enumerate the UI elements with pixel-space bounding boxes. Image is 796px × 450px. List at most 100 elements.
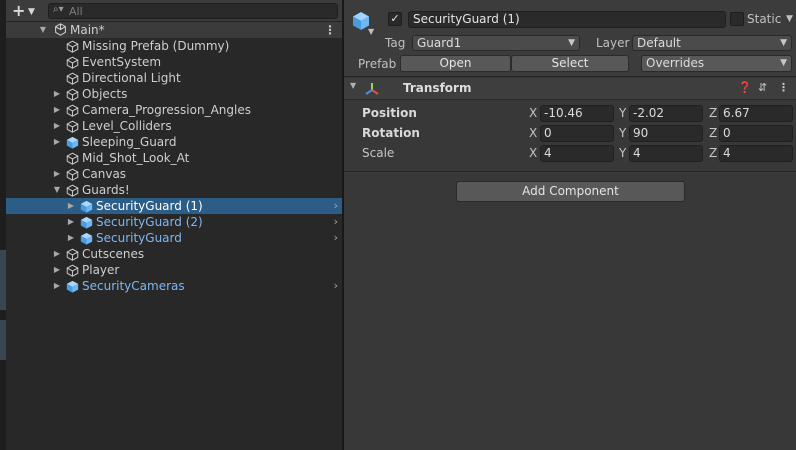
- component-separator: [344, 171, 796, 172]
- chevron-right-icon[interactable]: ›: [334, 198, 338, 214]
- chevron-right-icon[interactable]: ›: [334, 230, 338, 246]
- gameobject-cube-icon: [66, 56, 79, 69]
- expand-right-icon[interactable]: ▶: [52, 262, 62, 278]
- hierarchy-item-label: Directional Light: [82, 71, 181, 85]
- hierarchy-search-input[interactable]: ⌕▾ All: [48, 3, 338, 19]
- hierarchy-item[interactable]: ▶ Level_Colliders: [6, 118, 342, 134]
- object-name-field[interactable]: SecurityGuard (1): [408, 11, 726, 28]
- hierarchy-tree: ▼ Main* ⋮ Missing Prefab (Dummy) EventSys…: [6, 22, 342, 294]
- hierarchy-item[interactable]: ▶ SecurityGuard ›: [6, 230, 342, 246]
- z-value-field[interactable]: 4: [719, 145, 793, 162]
- chevron-right-icon[interactable]: ›: [334, 214, 338, 230]
- z-axis-label[interactable]: Z: [709, 106, 717, 120]
- static-caret-down-icon[interactable]: ▼: [786, 14, 793, 24]
- open-prefab-button[interactable]: Open: [400, 55, 511, 72]
- z-value-field[interactable]: 0: [719, 125, 793, 142]
- hierarchy-item[interactable]: Missing Prefab (Dummy): [6, 38, 342, 54]
- hierarchy-item-label: Cutscenes: [82, 247, 145, 261]
- hierarchy-item-label: Mid_Shot_Look_At: [82, 151, 190, 165]
- expand-right-icon[interactable]: ▶: [52, 278, 62, 294]
- kebab-menu-icon[interactable]: ⋮: [324, 22, 336, 38]
- hierarchy-item-label: SecurityGuard (2): [96, 215, 203, 229]
- hierarchy-item[interactable]: ▶ Camera_Progression_Angles: [6, 102, 342, 118]
- hierarchy-item[interactable]: EventSystem: [6, 54, 342, 70]
- hierarchy-item[interactable]: ▶ Canvas: [6, 166, 342, 182]
- x-value-field[interactable]: 0: [540, 125, 614, 142]
- x-axis-label[interactable]: X: [529, 146, 537, 160]
- scene-row[interactable]: ▼ Main* ⋮: [6, 22, 342, 38]
- z-axis-label[interactable]: Z: [709, 146, 717, 160]
- inspector-panel: ▼ ✓ SecurityGuard (1) Static ▼ Tag Guard…: [344, 0, 796, 450]
- gameobject-cube-icon: [66, 184, 79, 197]
- y-value-field[interactable]: 90: [629, 125, 703, 142]
- x-value-field[interactable]: -10.46: [540, 105, 614, 122]
- hierarchy-item-label: SecurityGuard (1): [96, 199, 203, 213]
- x-axis-label[interactable]: X: [529, 126, 537, 140]
- hierarchy-item-label: Missing Prefab (Dummy): [82, 39, 230, 53]
- hierarchy-item-label: Level_Colliders: [82, 119, 172, 133]
- chevron-down-icon: ▼: [780, 38, 787, 48]
- fold-down-icon[interactable]: ▼: [350, 81, 356, 90]
- tag-dropdown[interactable]: Guard1 ▼: [412, 35, 580, 51]
- gameobject-cube-icon: [66, 248, 79, 261]
- hierarchy-item[interactable]: ▶ Sleeping_Guard: [6, 134, 342, 150]
- gameobject-cube-icon: [66, 104, 79, 117]
- hierarchy-item[interactable]: Directional Light: [6, 70, 342, 86]
- hierarchy-item-label: SecurityGuard: [96, 231, 182, 245]
- y-axis-label[interactable]: Y: [619, 146, 626, 160]
- active-checkbox[interactable]: ✓: [388, 12, 402, 26]
- gameobject-cube-icon: [66, 88, 79, 101]
- hierarchy-item[interactable]: Mid_Shot_Look_At: [6, 150, 342, 166]
- expand-right-icon[interactable]: ▶: [66, 230, 76, 246]
- expand-right-icon[interactable]: ▶: [66, 214, 76, 230]
- prefab-cube-icon: [66, 136, 79, 149]
- chevron-right-icon[interactable]: ›: [334, 278, 338, 294]
- overrides-dropdown[interactable]: Overrides ▼: [641, 55, 792, 72]
- prefab-cube-icon: [80, 232, 93, 245]
- select-prefab-button[interactable]: Select: [511, 55, 629, 72]
- transform-component-header[interactable]: ▼ Transform ❓ ⇵ ⋮: [344, 78, 796, 100]
- hierarchy-panel: + ▼ ⌕▾ All ▼ Main* ⋮ Missing Prefab (Dum…: [6, 0, 342, 450]
- x-axis-label[interactable]: X: [529, 106, 537, 120]
- expand-down-icon[interactable]: ▼: [52, 182, 62, 198]
- hierarchy-item[interactable]: ▼ Guards!: [6, 182, 342, 198]
- hierarchy-item-label: Player: [82, 263, 120, 277]
- icon-caret-down-icon[interactable]: ▼: [368, 27, 374, 36]
- help-icon[interactable]: ❓: [738, 81, 752, 94]
- hierarchy-item[interactable]: ▶ Player: [6, 262, 342, 278]
- prefab-cube-icon: [80, 216, 93, 229]
- expand-right-icon[interactable]: ▶: [52, 102, 62, 118]
- hierarchy-item[interactable]: ▶ Objects: [6, 86, 342, 102]
- hierarchy-item[interactable]: ▶ Cutscenes: [6, 246, 342, 262]
- hierarchy-item[interactable]: ▶ SecurityGuard (1) ›: [6, 198, 342, 214]
- hierarchy-item[interactable]: ▶ SecurityCameras ›: [6, 278, 342, 294]
- expand-right-icon[interactable]: ▶: [66, 198, 76, 214]
- y-value-field[interactable]: -2.02: [629, 105, 703, 122]
- expand-right-icon[interactable]: ▶: [52, 166, 62, 182]
- y-axis-label[interactable]: Y: [619, 126, 626, 140]
- hierarchy-item[interactable]: ▶ SecurityGuard (2) ›: [6, 214, 342, 230]
- expand-down-icon[interactable]: ▼: [38, 22, 48, 38]
- y-axis-label[interactable]: Y: [619, 106, 626, 120]
- property-label: Rotation: [362, 126, 420, 140]
- expand-right-icon[interactable]: ▶: [52, 118, 62, 134]
- gameobject-cube-icon: [66, 152, 79, 165]
- prefab-cube-icon: [80, 200, 93, 213]
- presets-sliders-icon[interactable]: ⇵: [758, 81, 767, 94]
- transform-rotation-row: Rotation X 0 Y 90 Z 0: [344, 124, 796, 142]
- z-value-field[interactable]: 6.67: [719, 105, 793, 122]
- hierarchy-item-label: Sleeping_Guard: [82, 135, 177, 149]
- create-dropdown-button[interactable]: + ▼: [10, 2, 40, 20]
- add-component-button[interactable]: Add Component: [456, 181, 685, 202]
- context-menu-icon[interactable]: ⋮: [778, 81, 789, 94]
- x-value-field[interactable]: 4: [540, 145, 614, 162]
- expand-right-icon[interactable]: ▶: [52, 134, 62, 150]
- layer-dropdown[interactable]: Default ▼: [632, 35, 792, 51]
- z-axis-label[interactable]: Z: [709, 126, 717, 140]
- y-value-field[interactable]: 4: [629, 145, 703, 162]
- static-checkbox[interactable]: [730, 12, 744, 26]
- gameobject-cube-icon: [66, 72, 79, 85]
- expand-right-icon[interactable]: ▶: [52, 246, 62, 262]
- property-label: Scale: [362, 146, 395, 160]
- expand-right-icon[interactable]: ▶: [52, 86, 62, 102]
